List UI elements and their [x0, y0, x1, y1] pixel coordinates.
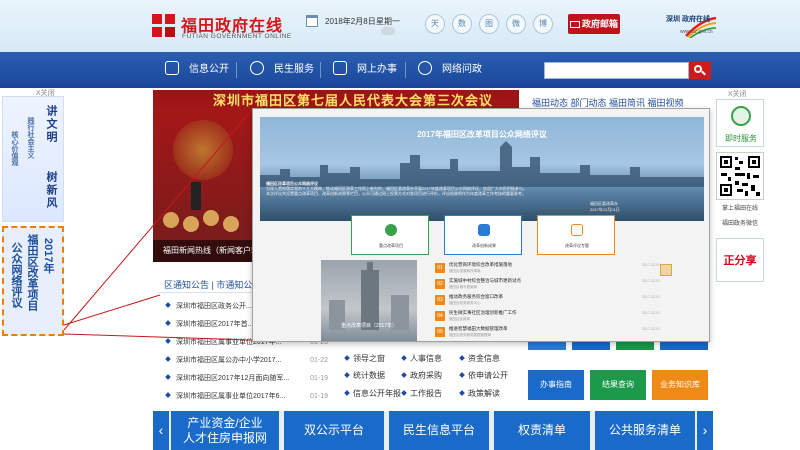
notice-col: 公众网络评议 — [10, 242, 22, 308]
popup-card-achievements[interactable]: 改革创新成果 — [444, 215, 522, 255]
knowledge-base-button[interactable]: 业务知识库 — [652, 370, 708, 400]
popup-list-item[interactable]: 04 民生微实事社区治理创新推广工作 福田区民政局 2017-12-01 — [435, 309, 660, 324]
banner-col: 讲文明 — [45, 105, 57, 144]
wechat-button[interactable]: 微 — [506, 14, 526, 34]
qr-label-wechat: 福田政务微信 — [721, 221, 758, 227]
cat-link-personnel[interactable]: 人事信息 — [401, 350, 442, 368]
reform-review-banner[interactable]: 2017年 福田区改革项目 公众网络评议 — [2, 226, 64, 336]
service-tile-top[interactable] — [528, 342, 566, 350]
nav-item-online-services[interactable]: 网上办事 — [333, 52, 397, 88]
cat-link-policy[interactable]: 政策解读 — [459, 385, 500, 403]
civility-banner[interactable]: 讲文明 树新风 践行社会主义 核心价值观 — [2, 96, 64, 222]
checklist-icon — [571, 224, 583, 236]
skyline-icon — [260, 141, 704, 187]
nav-divider — [320, 62, 321, 78]
cat-link-leaders[interactable]: 领导之窗 — [344, 350, 385, 368]
chevron-right-icon[interactable]: › — [697, 411, 713, 450]
bottom-tile-industry-fund[interactable]: 产业资金/企业 人才住房申报网 — [171, 411, 279, 450]
popup-description: 福田区改革项目公众网络评议 为深入贯彻落实党的十九大精神，推动福田区改革工作再上… — [266, 181, 527, 196]
chevron-left-icon[interactable]: ‹ — [153, 411, 169, 450]
nav-label: 信息公开 — [189, 64, 229, 75]
weather-button[interactable]: 天 — [425, 14, 445, 34]
site-header: 福田政府在线 FUTIAN GOVERNMENT ONLINE 2018年2月8… — [0, 0, 800, 52]
qr-code — [716, 152, 764, 200]
nav-divider — [236, 62, 237, 78]
service-tile-top[interactable] — [660, 342, 708, 350]
guide-button[interactable]: 办事指南 — [528, 370, 584, 400]
instant-service-label: 即时服务 — [725, 134, 757, 143]
bottom-tile-double-public[interactable]: 双公示平台 — [284, 411, 384, 450]
date-text: 2018年2月8日 — [325, 17, 376, 26]
gov-mail-button[interactable]: 政府邮箱 — [568, 14, 620, 34]
nav-label: 网络问政 — [442, 64, 482, 75]
cat-link-annual-report[interactable]: 信息公开年报 — [344, 385, 401, 403]
nav-item-livelihood[interactable]: 民生服务 — [250, 52, 314, 88]
service-tile-top[interactable] — [572, 342, 610, 350]
nav-label: 民生服务 — [274, 64, 314, 75]
tile-line: 人才住房申报网 — [182, 430, 267, 445]
popup-banner: 2017年福田区改革项目公众网络评议 福田区改革项目公众网络评议 为深入贯彻落实… — [260, 117, 704, 221]
site-subtitle: FUTIAN GOVERNMENT ONLINE — [182, 33, 292, 40]
weather-icon — [381, 27, 395, 35]
bulb-icon — [385, 224, 397, 236]
logo-icon[interactable] — [152, 14, 176, 38]
shenzhen-name: 深圳 政府在线 — [666, 16, 710, 23]
popup-photo-caption: 重点改革项目（2017年） — [340, 323, 398, 329]
nav-label: 网上办事 — [357, 64, 397, 75]
bottom-tile-public-service-list[interactable]: 公共服务清单 — [595, 411, 695, 450]
banner-col: 树新风 — [45, 171, 57, 210]
popup-list-item[interactable]: 01 优化营商环境综合改革措施落地 福田区发展和改革局 2017-12-01 — [435, 261, 660, 276]
reform-review-popup[interactable]: 2017年福田区改革项目公众网络评议 福田区改革项目公众网络评议 为深入贯彻落实… — [252, 108, 710, 342]
notice-col: 福田区改革项目 — [26, 234, 38, 311]
chat-icon — [418, 61, 432, 75]
service-tile-top[interactable] — [616, 342, 654, 350]
search-button[interactable] — [689, 62, 711, 79]
cat-link-statistics[interactable]: 统计数据 — [344, 367, 385, 385]
picture-button[interactable]: 图 — [479, 14, 499, 34]
weibo-button[interactable]: 博 — [533, 14, 553, 34]
search-input[interactable] — [544, 62, 689, 79]
gov-mail-label: 政府邮箱 — [581, 19, 618, 29]
emblem-icon — [173, 120, 233, 180]
pen-icon — [333, 61, 347, 75]
popup-card-key-projects[interactable]: 重点改革项目 — [351, 215, 429, 255]
envelope-icon — [569, 21, 580, 28]
close-right-panel-button[interactable]: X关闭 — [728, 89, 747, 99]
qr-code-icon — [720, 156, 760, 196]
cat-link-procurement[interactable]: 政府采购 — [401, 367, 442, 385]
notice-row[interactable]: 深圳市福田区属事业单位2017年6... 01-19 — [158, 386, 334, 408]
layers-icon — [478, 224, 490, 236]
popup-side-icon[interactable] — [660, 264, 672, 276]
cat-link-work-report[interactable]: 工作报告 — [401, 385, 442, 403]
document-icon — [165, 61, 179, 75]
tile-line: 产业资金/企业 — [187, 416, 263, 431]
result-query-button[interactable]: 结果查询 — [590, 370, 646, 400]
data-button[interactable]: 数 — [452, 14, 472, 34]
notice-col: 2017年 — [42, 238, 54, 274]
popup-card-review[interactable]: 改革评议专题 — [537, 215, 615, 255]
notice-tabs[interactable]: 区通知公告 | 市通知公告 — [164, 278, 261, 291]
banner-col: 核心价值观 — [11, 131, 18, 166]
nav-divider — [405, 62, 406, 78]
cat-link-request[interactable]: 依申请公开 — [459, 367, 508, 385]
banner-col: 践行社会主义 — [27, 117, 34, 159]
weekday-text: 星期一 — [376, 17, 400, 26]
nav-item-info-disclosure[interactable]: 信息公开 — [165, 52, 229, 88]
popup-signature: 福田区委改革办 2017年12月01日 — [590, 201, 620, 212]
nav-item-online-inquiry[interactable]: 网络问政 — [418, 52, 482, 88]
cat-link-funds[interactable]: 资金信息 — [459, 350, 500, 368]
popup-list-item[interactable]: 03 推动政务服务综合窗口改革 福田区政务服务中心 2017-12-01 — [435, 293, 660, 308]
fair-share-button[interactable]: 正分享 — [716, 238, 764, 282]
bottom-tile-livelihood-info[interactable]: 民生信息平台 — [389, 411, 489, 450]
popup-list-item[interactable]: 02 实施城中村综合整治与城市更新试点 福田区城市更新局 2017-12-01 — [435, 277, 660, 292]
bottom-tile-power-list[interactable]: 权责清单 — [494, 411, 590, 450]
hand-icon — [250, 61, 264, 75]
popup-photo[interactable]: 重点改革项目（2017年） — [321, 260, 417, 341]
qr-label: 掌上福田在线 — [721, 206, 758, 212]
instant-service-button[interactable]: 即时服务 — [716, 99, 764, 147]
chat-bubble-icon — [731, 106, 751, 126]
calendar-icon — [306, 15, 318, 27]
shenzhen-url: www.sz.gov.cn — [680, 29, 713, 35]
popup-list-item[interactable]: 05 推进智慧福田大数据管理改革 福田区政务服务数据管理局 2017-12-01 — [435, 325, 660, 340]
